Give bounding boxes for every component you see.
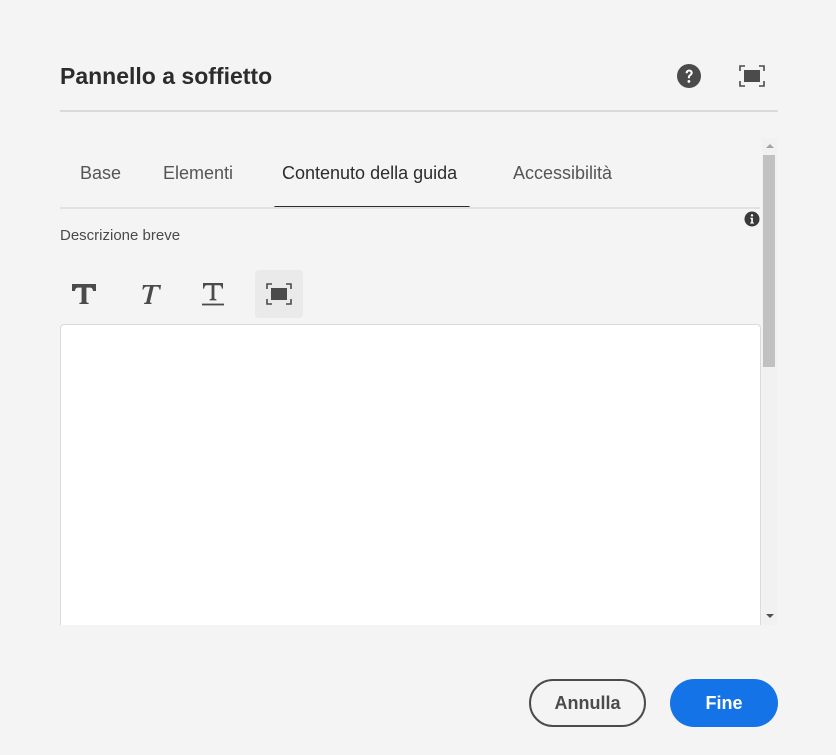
tab-accessibilita[interactable]: Accessibilità [513, 160, 612, 186]
info-icon[interactable] [744, 211, 760, 227]
help-icon[interactable] [675, 62, 703, 90]
scroll-up-arrow-icon[interactable] [762, 138, 777, 153]
tab-base[interactable]: Base [80, 160, 121, 186]
field-label: Descrizione breve [60, 227, 181, 244]
header-divider [60, 110, 778, 112]
dialog: Pannello a soffietto Base Elementi Conte… [0, 0, 836, 755]
tab-contenuto-della-guida[interactable]: Contenuto della guida [282, 160, 457, 186]
scrollbar[interactable] [762, 138, 777, 625]
rich-text-toolbar [60, 270, 320, 318]
scroll-down-arrow-icon[interactable] [762, 608, 777, 623]
bold-button[interactable] [60, 270, 108, 318]
underline-button[interactable] [189, 270, 237, 318]
italic-icon [142, 285, 161, 304]
fullscreen-icon [266, 283, 292, 305]
tab-elementi[interactable]: Elementi [163, 160, 233, 186]
fullscreen-icon[interactable] [738, 62, 766, 90]
italic-button[interactable] [125, 270, 173, 318]
done-button[interactable]: Fine [670, 679, 778, 727]
bold-icon [72, 284, 96, 304]
fullscreen-button[interactable] [255, 270, 303, 318]
short-description-editor[interactable] [60, 324, 761, 635]
scrollbar-thumb[interactable] [763, 155, 775, 367]
tab-list: Base Elementi Contenuto della guida Acce… [60, 150, 760, 210]
tabs-divider [60, 207, 760, 209]
underline-icon [202, 283, 224, 306]
dialog-title: Pannello a soffietto [60, 63, 273, 89]
cancel-button[interactable]: Annulla [529, 679, 646, 727]
